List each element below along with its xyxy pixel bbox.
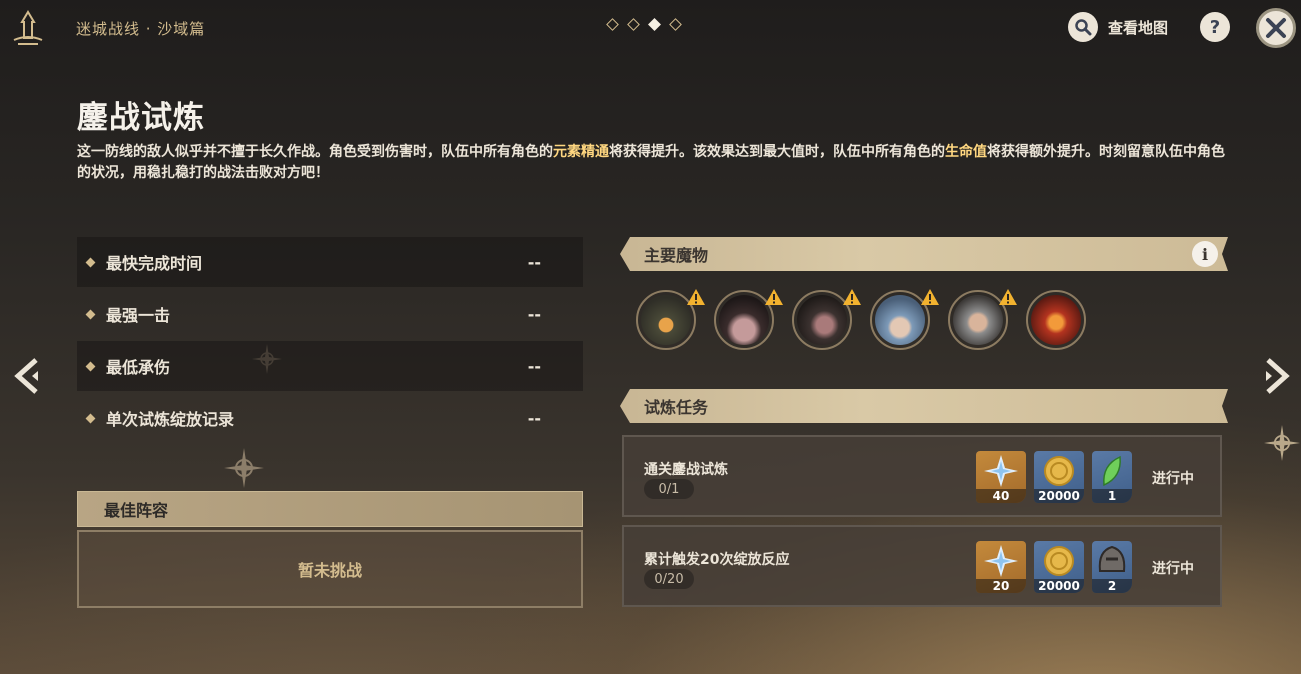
reward-count: 40 xyxy=(976,489,1026,503)
task-row: 通关鏖战试炼 0/1 40 20000 1 进行中 xyxy=(622,435,1222,517)
task-status: 进行中 xyxy=(1152,561,1194,577)
diamond-bullet-icon xyxy=(85,309,96,319)
monsters-title: 主要魔物 xyxy=(644,246,709,265)
task-status: 进行中 xyxy=(1152,471,1194,487)
monster-list xyxy=(636,289,1086,350)
search-icon xyxy=(1068,12,1098,42)
best-team-title: 最佳阵容 xyxy=(104,501,169,520)
page-dot[interactable] xyxy=(606,18,619,31)
task-progress: 0/20 xyxy=(644,569,694,589)
warning-icon xyxy=(921,289,939,305)
close-icon xyxy=(1266,18,1286,38)
stat-label: 最快完成时间 xyxy=(106,254,203,273)
page-title: 鏖战试炼 xyxy=(77,100,205,136)
reward-count: 2 xyxy=(1092,579,1132,593)
primogem-icon xyxy=(984,455,1018,487)
leaf-material-icon xyxy=(1103,455,1121,487)
page-indicator xyxy=(606,18,682,31)
reward-count: 1 xyxy=(1092,489,1132,503)
highlight-elemental-mastery: 元素精通 xyxy=(553,144,609,160)
info-icon[interactable]: i xyxy=(1192,241,1218,267)
stat-label: 单次试炼绽放记录 xyxy=(106,410,235,429)
reward-count: 20 xyxy=(976,579,1026,593)
mora-reward[interactable]: 20000 xyxy=(1034,541,1084,593)
stat-value: -- xyxy=(527,408,541,428)
reward-count: 20000 xyxy=(1034,489,1084,503)
helmet-material-icon xyxy=(1098,545,1126,572)
monster-avatar[interactable] xyxy=(714,289,783,350)
monsters-header: 主要魔物 i xyxy=(620,237,1228,271)
compass-decoration-icon xyxy=(1264,425,1300,461)
prev-arrow-icon[interactable] xyxy=(14,358,44,394)
primogem-icon xyxy=(984,545,1018,577)
monster-avatar[interactable] xyxy=(636,289,705,350)
task-progress: 0/1 xyxy=(644,479,694,499)
help-icon[interactable]: ? xyxy=(1200,12,1230,42)
diamond-bullet-icon xyxy=(85,361,96,371)
view-map-button[interactable]: 查看地图 xyxy=(1068,12,1168,42)
task-name: 累计触发20次绽放反应 xyxy=(644,552,790,568)
close-button[interactable] xyxy=(1256,8,1296,48)
material-reward[interactable]: 2 xyxy=(1092,541,1132,593)
warning-icon xyxy=(765,289,783,305)
stat-value: -- xyxy=(527,252,541,272)
tasks-header: 试炼任务 xyxy=(620,389,1228,423)
monster-avatar[interactable] xyxy=(948,289,1017,350)
trial-description: 这一防线的敌人似乎并不擅于长久作战。角色受到伤害时，队伍中所有角色的元素精通将获… xyxy=(77,144,1225,181)
tasks-title: 试炼任务 xyxy=(644,398,709,417)
best-team-empty-text: 暂未挑战 xyxy=(297,561,362,580)
view-map-label: 查看地图 xyxy=(1108,18,1169,37)
stat-value: -- xyxy=(527,304,541,324)
diamond-bullet-icon xyxy=(85,413,96,423)
event-logo-icon xyxy=(8,8,48,48)
diamond-bullet-icon xyxy=(85,257,96,267)
monster-avatar[interactable] xyxy=(1026,290,1086,350)
primogem-reward[interactable]: 40 xyxy=(976,451,1026,503)
highlight-hp: 生命值 xyxy=(945,144,987,160)
warning-icon xyxy=(843,289,861,305)
material-reward[interactable]: 1 xyxy=(1092,451,1132,503)
mora-reward[interactable]: 20000 xyxy=(1034,451,1084,503)
compass-decoration-icon xyxy=(224,448,264,488)
best-team-panel: 暂未挑战 xyxy=(77,530,583,608)
mora-coin-icon xyxy=(1044,456,1074,486)
page-dot[interactable] xyxy=(669,18,682,31)
monster-avatar[interactable] xyxy=(870,289,939,350)
best-team-header: 最佳阵容 xyxy=(77,491,583,527)
mora-coin-icon xyxy=(1044,546,1074,576)
reward-count: 20000 xyxy=(1034,579,1084,593)
stat-label: 最低承伤 xyxy=(106,358,171,377)
stat-value: -- xyxy=(527,356,541,376)
page-dot-active[interactable] xyxy=(648,18,661,31)
monster-avatar[interactable] xyxy=(792,289,861,350)
next-arrow-icon[interactable] xyxy=(1260,358,1290,394)
task-row: 累计触发20次绽放反应 0/20 20 20000 2 进行中 xyxy=(622,525,1222,607)
task-name: 通关鏖战试炼 xyxy=(644,462,728,478)
page-dot[interactable] xyxy=(627,18,640,31)
warning-icon xyxy=(999,289,1017,305)
stat-row: 单次试炼绽放记录 -- xyxy=(77,393,583,443)
stat-row: 最强一击 -- xyxy=(77,289,583,339)
breadcrumb: 迷城战线 · 沙域篇 xyxy=(76,20,206,38)
warning-icon xyxy=(687,289,705,305)
stat-label: 最强一击 xyxy=(106,306,171,325)
primogem-reward[interactable]: 20 xyxy=(976,541,1026,593)
stat-row: 最快完成时间 -- xyxy=(77,237,583,287)
stat-row: 最低承伤 -- xyxy=(77,341,583,391)
